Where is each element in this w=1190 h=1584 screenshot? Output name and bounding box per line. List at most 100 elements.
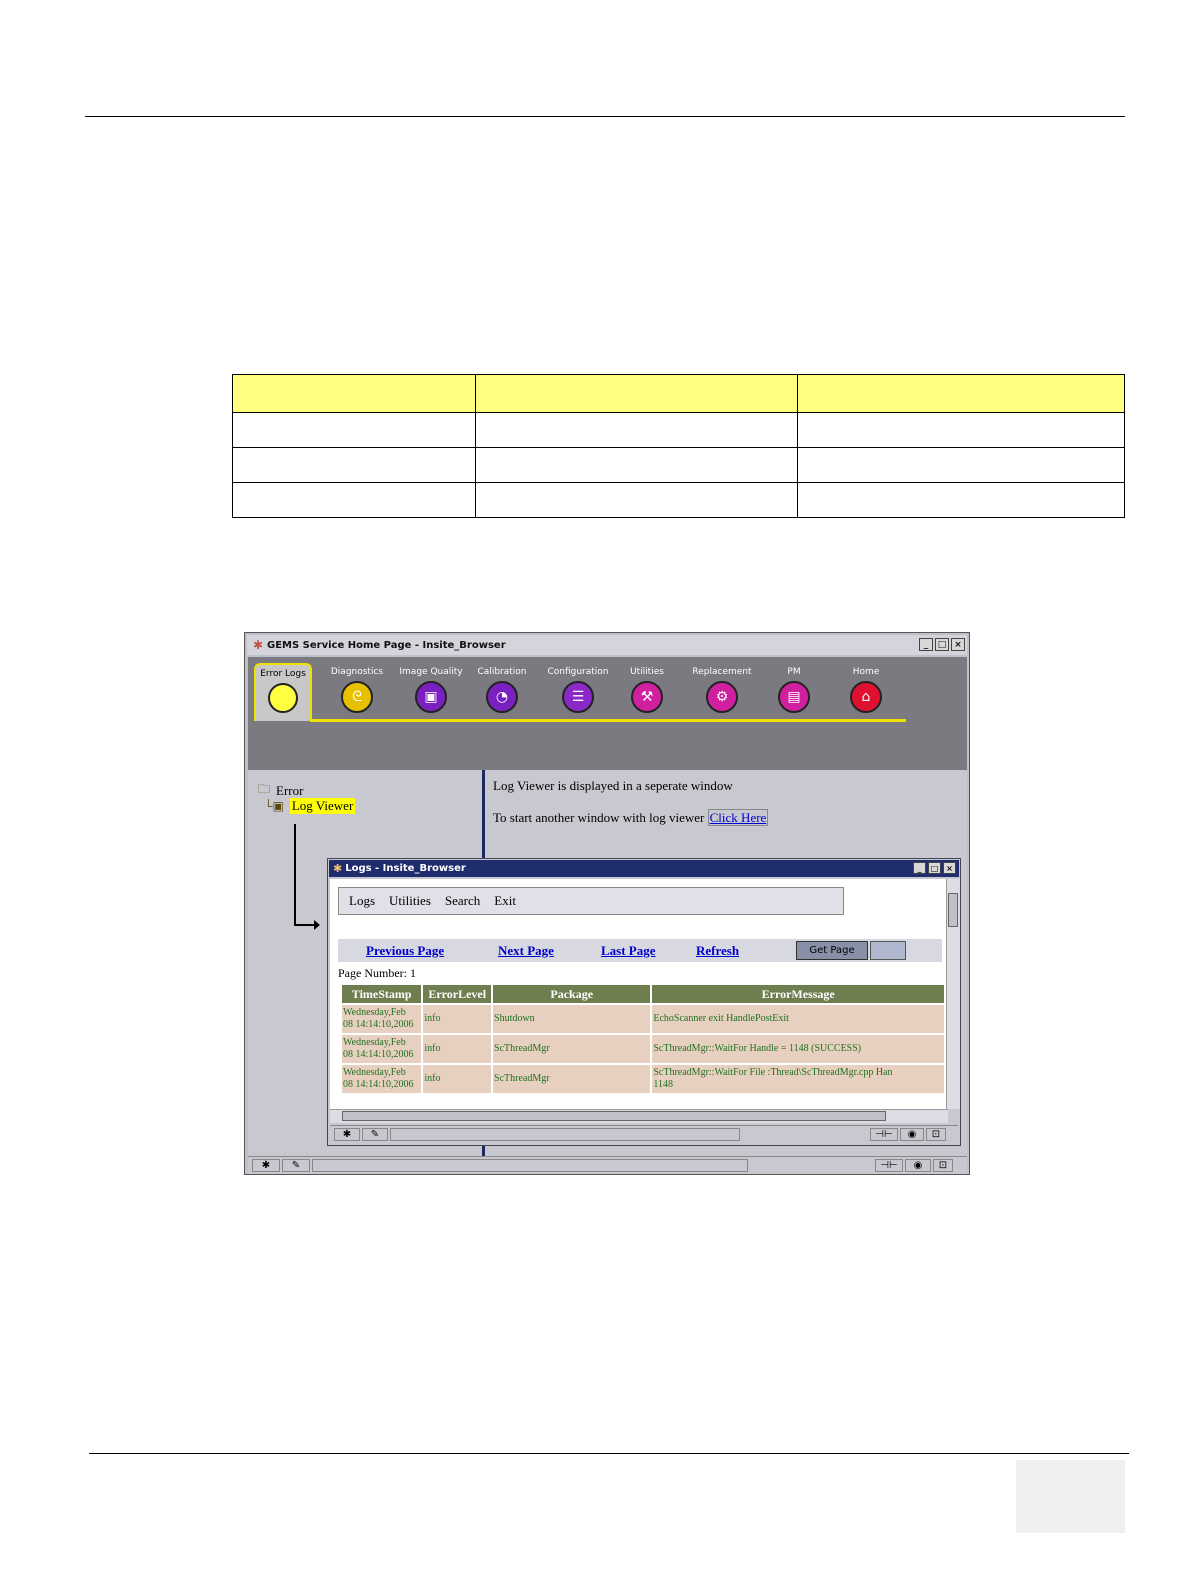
- horizontal-scrollbar[interactable]: [330, 1109, 948, 1123]
- eye-icon: ◉: [905, 1159, 931, 1172]
- level-cell: info: [423, 1005, 492, 1033]
- last-page-link[interactable]: Last Page: [601, 943, 656, 959]
- utilities-icon: ⚒: [631, 681, 663, 713]
- logs-window: ✱ Logs - Insite_Browser _ □ × Logs Utili…: [327, 858, 961, 1146]
- page-number: Page Number: 1: [338, 966, 416, 980]
- page-number-input[interactable]: [870, 941, 906, 960]
- menu-utilities[interactable]: Utilities: [389, 893, 431, 909]
- package-cell: Shutdown: [493, 1005, 651, 1033]
- maximize-button[interactable]: □: [928, 862, 941, 874]
- tool-replacement[interactable]: Replacement ⚙: [685, 667, 759, 713]
- calibration-icon: ◔: [486, 681, 518, 713]
- replacement-icon: ⚙: [706, 681, 738, 713]
- menu-exit[interactable]: Exit: [494, 893, 516, 909]
- viewer-message: Log Viewer is displayed in a seperate wi…: [493, 778, 733, 793]
- image-quality-icon: ▣: [415, 681, 447, 713]
- logs-titlebar[interactable]: ✱ Logs - Insite_Browser _ □ ×: [329, 860, 959, 877]
- close-button[interactable]: ×: [943, 862, 956, 874]
- timestamp-cell: Wednesday,Feb 08 14:14:10,2006: [342, 1065, 422, 1093]
- connector-line: [294, 924, 316, 926]
- configuration-icon: ☰: [562, 681, 594, 713]
- page-icon: └▣: [264, 798, 284, 813]
- main-titlebar[interactable]: ✱ GEMS Service Home Page - Insite_Browse…: [247, 635, 967, 655]
- maximize-button[interactable]: □: [935, 638, 949, 651]
- table-row[interactable]: Wednesday,Feb 08 14:14:10,2006 info Shutd…: [342, 1005, 944, 1033]
- tool-label: Replacement: [692, 667, 752, 677]
- tool-image-quality[interactable]: Image Quality ▣: [394, 667, 468, 713]
- app-icon: ✱: [333, 862, 343, 875]
- connection-icon: ⊣⊢: [875, 1159, 903, 1172]
- page-number-box: [1016, 1460, 1125, 1533]
- column-header[interactable]: ErrorMessage: [652, 985, 944, 1003]
- tool-configuration[interactable]: Configuration ☰: [541, 667, 615, 713]
- lock-icon: ⊡: [933, 1159, 953, 1172]
- tree-folder-label: Error: [276, 782, 304, 798]
- tool-calibration[interactable]: Calibration ◔: [465, 667, 539, 713]
- previous-page-link[interactable]: Previous Page: [366, 943, 444, 959]
- timestamp-cell: Wednesday,Feb 08 14:14:10,2006: [342, 1035, 422, 1063]
- eye-icon: ◉: [900, 1128, 924, 1141]
- logs-menubar: Logs Utilities Search Exit: [338, 887, 844, 915]
- status-message-area: [390, 1128, 740, 1141]
- home-icon: ⌂: [850, 681, 882, 713]
- scroll-thumb[interactable]: [342, 1111, 886, 1121]
- vertical-scrollbar[interactable]: [946, 879, 960, 1109]
- menu-search[interactable]: Search: [445, 893, 480, 909]
- status-applet-icon: ✱: [334, 1128, 360, 1141]
- minimize-button[interactable]: _: [919, 638, 933, 651]
- pm-icon: ▤: [778, 681, 810, 713]
- pagination-bar: Previous Page Next Page Last Page Refres…: [338, 939, 942, 962]
- table-row[interactable]: Wednesday,Feb 08 14:14:10,2006 info ScThr…: [342, 1065, 944, 1093]
- gems-service-window: ✱ GEMS Service Home Page - Insite_Browse…: [244, 632, 970, 1175]
- app-icon: ✱: [252, 638, 264, 652]
- status-edit-icon: ✎: [282, 1159, 310, 1172]
- scroll-thumb[interactable]: [948, 893, 958, 927]
- tool-label: Calibration: [477, 667, 527, 677]
- package-cell: ScThreadMgr: [493, 1065, 651, 1093]
- blank-table: [232, 374, 1125, 518]
- status-message-area: [312, 1159, 748, 1172]
- tool-label: Image Quality: [399, 667, 463, 677]
- tool-home[interactable]: Home ⌂: [829, 667, 903, 713]
- package-cell: ScThreadMgr: [493, 1035, 651, 1063]
- connector-line: [294, 824, 296, 926]
- refresh-link[interactable]: Refresh: [696, 943, 739, 959]
- log-table: TimeStamp ErrorLevel Package ErrorMessag…: [340, 983, 946, 1095]
- lock-icon: ⊡: [926, 1128, 946, 1141]
- table-row[interactable]: Wednesday,Feb 08 14:14:10,2006 info ScThr…: [342, 1035, 944, 1063]
- tool-label: Diagnostics: [330, 667, 384, 677]
- get-page-button[interactable]: Get Page: [796, 941, 868, 960]
- logs-content: Logs Utilities Search Exit Previous Page…: [330, 879, 946, 1109]
- tool-label: PM: [787, 667, 801, 677]
- minimize-button[interactable]: _: [913, 862, 926, 874]
- column-header[interactable]: ErrorLevel: [423, 985, 492, 1003]
- tool-diagnostics[interactable]: Diagnostics ᘓ: [320, 667, 394, 713]
- close-button[interactable]: ×: [951, 638, 965, 651]
- level-cell: info: [423, 1065, 492, 1093]
- menu-logs[interactable]: Logs: [349, 893, 375, 909]
- tool-label: Home: [852, 667, 880, 677]
- tree-item-label: Log Viewer: [289, 798, 356, 814]
- message-cell: EchoScanner exit HandlePostExit: [652, 1005, 944, 1033]
- click-here-link[interactable]: Click Here: [707, 809, 769, 826]
- level-cell: info: [423, 1035, 492, 1063]
- column-header[interactable]: Package: [493, 985, 651, 1003]
- logs-statusbar: ✱ ✎ ⊣⊢ ◉ ⊡: [330, 1125, 958, 1144]
- status-applet-icon: ✱: [252, 1159, 280, 1172]
- restart-text: To start another window with log viewer: [493, 810, 705, 825]
- next-page-link[interactable]: Next Page: [498, 943, 554, 959]
- main-window-title: GEMS Service Home Page - Insite_Browser: [267, 639, 506, 651]
- status-edit-icon: ✎: [362, 1128, 388, 1141]
- tool-utilities[interactable]: Utilities ⚒: [610, 667, 684, 713]
- connector-arrow-icon: [314, 920, 320, 930]
- message-cell: ScThreadMgr::WaitFor Handle = 1148 (SUCC…: [652, 1035, 944, 1063]
- tool-label: Utilities: [630, 667, 664, 677]
- tool-error-logs[interactable]: Error Logs: [254, 663, 312, 721]
- tree-item-log-viewer[interactable]: └▣ Log Viewer: [264, 798, 356, 814]
- tool-label: Configuration: [547, 667, 609, 677]
- column-header[interactable]: TimeStamp: [342, 985, 422, 1003]
- tool-pm[interactable]: PM ▤: [757, 667, 831, 713]
- message-cell: ScThreadMgr::WaitFor File :Thread\ScThre…: [652, 1065, 944, 1093]
- tool-label: Error Logs: [260, 669, 306, 679]
- service-toolbar: Error Logs Diagnostics ᘓ Image Quality ▣…: [248, 657, 967, 770]
